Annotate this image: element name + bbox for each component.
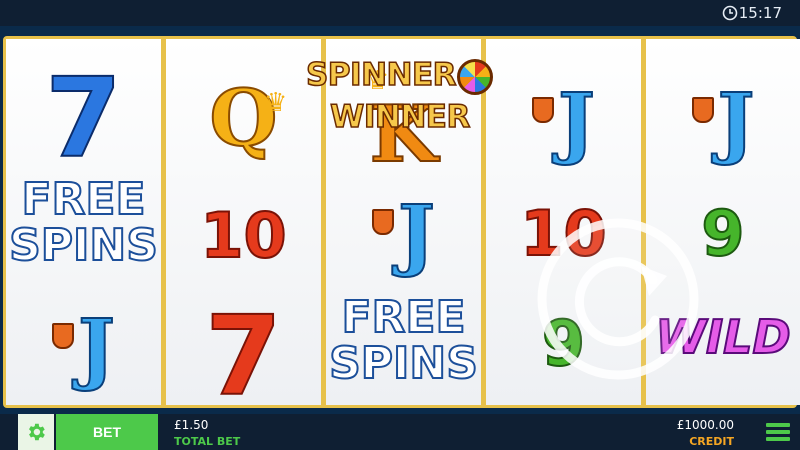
spin-button[interactable] — [535, 216, 701, 382]
game-logo: SPINNER WINNER — [262, 54, 538, 136]
credit-value: £1000.00 — [676, 418, 734, 432]
reel-1: 7 FREE SPINS J — [6, 39, 166, 405]
status-bar: 15:17 — [0, 0, 800, 26]
symbol-free-spins: FREE SPINS — [6, 174, 161, 271]
clock-icon — [722, 5, 738, 21]
credit-label: CREDIT — [689, 435, 734, 448]
logo-word-spinner: SPINNER — [305, 56, 457, 94]
symbol-seven-blue: 7 — [44, 54, 123, 182]
settings-button[interactable] — [18, 414, 54, 450]
jack-letter: J — [77, 303, 116, 394]
shield-icon — [532, 97, 555, 123]
symbol-ten: 10 — [199, 199, 287, 272]
symbol-jack: J — [646, 82, 800, 164]
spins-text: SPINS — [328, 338, 479, 389]
symbol-jack: J — [6, 308, 161, 390]
spins-text: SPINS — [8, 220, 159, 271]
shield-icon — [52, 323, 75, 349]
total-bet-label: TOTAL BET — [174, 435, 241, 448]
shield-icon — [372, 209, 395, 235]
symbol-free-spins: FREE SPINS — [326, 292, 481, 389]
jack-letter: J — [397, 189, 436, 280]
symbol-seven-red: 7 — [204, 292, 283, 405]
total-bet-value: £1.50 — [174, 418, 209, 432]
bet-label: BET — [93, 424, 121, 440]
wheel-icon — [457, 58, 494, 95]
hamburger-menu-icon — [766, 423, 790, 441]
menu-button[interactable] — [766, 420, 790, 444]
jack-letter: J — [717, 77, 756, 168]
symbol-jack: J — [326, 194, 481, 276]
game-stage[interactable]: 7 FREE SPINS J Q ♛ 10 7 ♛ K J FREE SPINS… — [0, 26, 800, 414]
shield-icon — [691, 97, 714, 123]
bottom-bar: BET £1.50 TOTAL BET £1000.00 CREDIT — [0, 414, 800, 450]
status-time: 15:17 — [738, 4, 782, 22]
logo-word-winner: WINNER — [329, 98, 471, 136]
bet-button[interactable]: BET — [56, 414, 158, 450]
free-text: FREE — [20, 174, 146, 225]
jack-letter: J — [557, 77, 596, 168]
free-text: FREE — [340, 292, 466, 343]
gear-icon — [29, 423, 45, 441]
